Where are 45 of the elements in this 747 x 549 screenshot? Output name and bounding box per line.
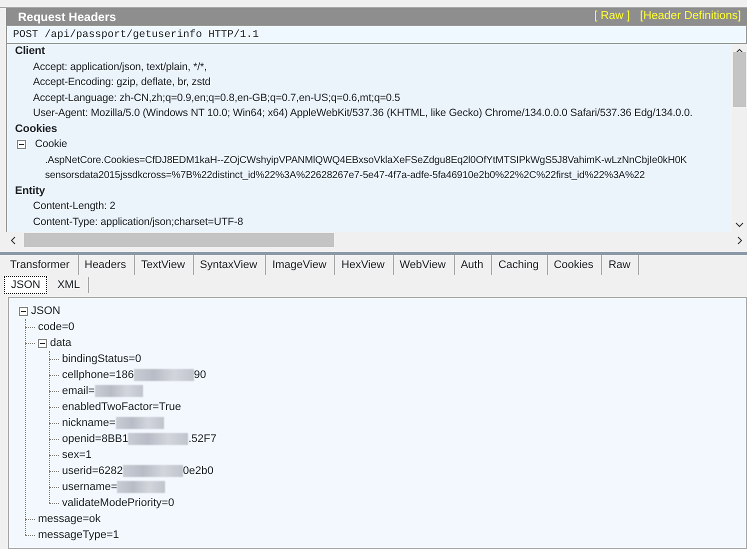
header-entry: Content-Length: 2 bbox=[33, 200, 116, 212]
view-tab[interactable]: JSON bbox=[4, 276, 48, 294]
tree-node[interactable]: validateModePriority=0 bbox=[62, 494, 174, 512]
tree-node[interactable]: data bbox=[50, 334, 72, 352]
vertical-scrollbar[interactable] bbox=[732, 44, 747, 232]
group-heading: Client bbox=[15, 44, 46, 59]
inspector-tab[interactable]: Headers bbox=[78, 255, 136, 275]
header-entry: Content-Type: application/json;charset=UTF-8 bbox=[33, 216, 244, 228]
tree-node[interactable]: messageType=1 bbox=[38, 526, 120, 544]
header-entry: Accept: application/json, text/plain, */*, bbox=[33, 60, 207, 72]
inspector-tab[interactable]: Auth bbox=[454, 255, 492, 275]
scroll-up-icon[interactable] bbox=[735, 48, 744, 54]
tree-node-text: .52F7 bbox=[188, 432, 217, 447]
tree-node[interactable]: username= bbox=[62, 478, 118, 496]
group-heading: Cookies bbox=[15, 122, 58, 136]
header-entry: Accept-Language: zh-CN,zh;q=0.9,en;q=0.8,en-GB;q=0.7,en-US;q=0.6,mt;q=0.5 bbox=[33, 92, 400, 104]
scroll-right-icon[interactable] bbox=[737, 236, 743, 244]
group-heading: Entity bbox=[15, 184, 46, 198]
collapse-icon[interactable] bbox=[19, 306, 28, 316]
header-entry: Accept-Encoding: gzip, deflate, br, zstd bbox=[33, 76, 211, 88]
header-entry: User-Agent: Mozilla/5.0 (Windows NT 10.0; Win64; x64) AppleWebKit/537.36 (KHTML, like Gecko) Chrome/134.0.0.0 Safari/537.36 Edg/134.0.0. bbox=[33, 107, 693, 119]
scroll-down-icon[interactable] bbox=[735, 222, 744, 228]
tree-node[interactable]: email= bbox=[62, 382, 95, 400]
view-tab[interactable]: XML bbox=[51, 276, 89, 294]
tree-node[interactable]: code=0 bbox=[38, 318, 74, 336]
tree-node[interactable]: nickname= bbox=[62, 414, 116, 432]
cookie-value: sensorsdata2015jssdkcross=%7B%22distinct_id%22%3A%22628267e7-5e47-4f7a-adfe-5fa46910e2b0%22%2C%22first_id%22%3A%22 bbox=[45, 170, 645, 181]
tree-node[interactable]: bindingStatus=0 bbox=[62, 350, 142, 368]
inspector-tab[interactable]: Cookies bbox=[548, 255, 602, 275]
inspector-tab[interactable]: WebView bbox=[394, 255, 455, 275]
panel-title: Request Headers bbox=[18, 8, 116, 26]
tree-node[interactable]: enabledTwoFactor=True bbox=[62, 398, 182, 416]
tree-node[interactable]: userid=6282 bbox=[62, 462, 123, 480]
cookie-value: .AspNetCore.Cookies=CfDJ8EDM1kaH--ZOjCWshyipVPANMlQWQ4EBxsoVklaXeFSeZdgu8Eq2l0OfYtMTSIPkWgS5J8VahimK-wLzNnCbjIe0kH0K bbox=[45, 154, 687, 166]
tree-node[interactable]: sex=1 bbox=[62, 446, 92, 464]
tree-node[interactable]: JSON bbox=[31, 302, 60, 320]
scroll-left-icon[interactable] bbox=[10, 236, 16, 244]
header-entry: Cookie bbox=[35, 137, 68, 152]
collapse-icon[interactable] bbox=[38, 338, 47, 348]
tree-node-text: 90 bbox=[194, 368, 206, 383]
tree-node[interactable]: cellphone=186 bbox=[62, 366, 134, 384]
collapse-icon[interactable] bbox=[17, 140, 26, 150]
tree-node[interactable]: openid=8BB1 bbox=[62, 430, 128, 448]
tree-node-text: 0e2b0 bbox=[182, 464, 214, 479]
tree-node[interactable]: message=ok bbox=[38, 510, 101, 528]
